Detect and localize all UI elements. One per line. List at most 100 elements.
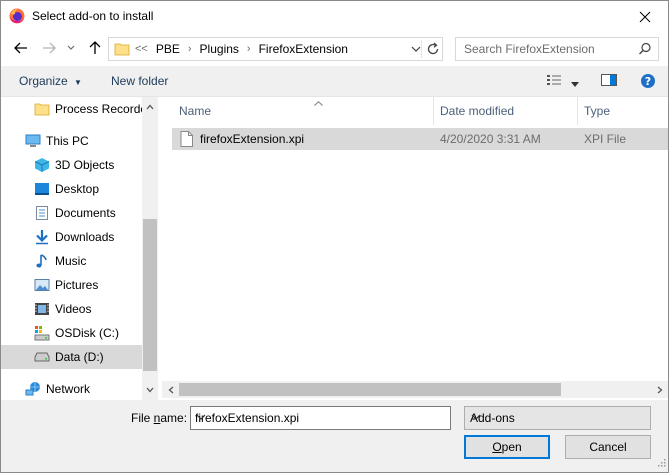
nav-item-desktop[interactable]: Desktop	[1, 177, 142, 201]
folder-icon	[34, 101, 50, 117]
column-header-date[interactable]: Date modified	[440, 97, 577, 125]
help-icon: ?	[641, 74, 655, 88]
chevron-right-icon	[657, 386, 662, 393]
preview-pane-icon	[601, 74, 617, 86]
nav-item-label: Desktop	[55, 182, 100, 196]
music-icon	[34, 253, 50, 269]
filename-history-button[interactable]	[195, 411, 447, 426]
change-view-button[interactable]	[546, 73, 562, 90]
close-icon	[639, 11, 651, 22]
download-icon	[34, 229, 50, 245]
nav-item-process-recorder[interactable]: Process Recorde	[1, 97, 142, 121]
nav-item-label: Pictures	[55, 278, 99, 292]
scrollbar-thumb[interactable]	[179, 383, 561, 396]
help-button[interactable]: ?	[640, 73, 656, 92]
nav-item-videos[interactable]: Videos	[1, 297, 142, 321]
nav-item-3d-objects[interactable]: 3D Objects	[1, 153, 142, 177]
refresh-button[interactable]	[425, 41, 441, 57]
arrow-up-icon	[89, 41, 101, 54]
network-icon	[25, 381, 41, 397]
column-header-name[interactable]: Name	[179, 97, 432, 125]
open-label-rest: pen	[501, 440, 522, 454]
scroll-up-button[interactable]	[142, 99, 158, 115]
open-label-accel: O	[492, 440, 502, 454]
column-divider[interactable]	[433, 97, 434, 125]
search-input[interactable]: Search FirefoxExtension	[455, 37, 659, 61]
arrow-left-icon	[14, 42, 27, 54]
view-options-button[interactable]	[571, 77, 579, 91]
video-icon	[34, 301, 50, 317]
nav-item-documents[interactable]: Documents	[1, 201, 142, 225]
breadcrumb-firefoxextension[interactable]: FirefoxExtension	[259, 42, 348, 56]
address-bar[interactable]: << PBE › Plugins › FirefoxExtension	[108, 37, 443, 61]
chevron-down-icon	[146, 387, 154, 393]
file-name: firefoxExtension.xpi	[200, 132, 305, 146]
document-icon	[34, 205, 50, 221]
scroll-right-button[interactable]	[651, 381, 668, 398]
recent-locations-button[interactable]	[63, 38, 79, 58]
organize-button[interactable]: Organize ▼	[19, 74, 82, 88]
column-divider[interactable]	[577, 97, 578, 125]
chevron-up-icon	[146, 104, 154, 110]
back-button[interactable]	[11, 38, 31, 58]
nav-item-label: Data (D:)	[55, 350, 104, 364]
search-icon	[638, 42, 652, 59]
nav-item-pictures[interactable]: Pictures	[1, 273, 142, 297]
breadcrumb-pbe[interactable]: PBE	[156, 42, 180, 56]
preview-pane-button[interactable]	[601, 73, 617, 90]
navigation-pane: Process Recorde This PC 3D Objects Deskt…	[1, 97, 158, 400]
computer-icon	[25, 133, 41, 149]
filename-input[interactable]: firefoxExtension.xpi	[190, 406, 451, 430]
new-folder-button[interactable]: New folder	[111, 74, 168, 88]
system-drive-icon	[34, 325, 50, 341]
close-button[interactable]	[622, 1, 668, 32]
nav-item-this-pc[interactable]: This PC	[1, 129, 142, 153]
breadcrumb-overflow[interactable]: <<	[135, 43, 148, 55]
resize-grip-icon[interactable]	[656, 456, 666, 470]
breadcrumb-plugins[interactable]: Plugins	[200, 42, 239, 56]
title-bar: Select add-on to install	[1, 1, 668, 32]
nav-item-label: Music	[55, 254, 87, 268]
nav-item-label: Documents	[55, 206, 116, 220]
nav-item-data-drive[interactable]: Data (D:)	[1, 345, 142, 369]
file-dialog: Select add-on to install << PBE › Plugin…	[0, 0, 669, 473]
scroll-left-button[interactable]	[162, 381, 179, 398]
nav-item-music[interactable]: Music	[1, 249, 142, 273]
filetype-select[interactable]: Add-ons	[464, 406, 651, 430]
nav-item-label: This PC	[46, 134, 89, 148]
file-icon	[180, 131, 193, 150]
nav-item-label: OSDisk (C:)	[55, 326, 119, 340]
search-placeholder: Search FirefoxExtension	[464, 42, 595, 56]
file-list-scrollbar[interactable]	[162, 381, 668, 398]
window-title: Select add-on to install	[32, 9, 154, 23]
file-date: 4/20/2020 3:31 AM	[440, 132, 541, 146]
breadcrumb-separator-icon[interactable]: ›	[188, 43, 192, 55]
refresh-icon	[427, 42, 439, 55]
column-header-label: Name	[179, 104, 212, 118]
filename-label-part: ame:	[160, 411, 188, 425]
forward-button[interactable]	[39, 38, 59, 58]
chevron-down-icon	[196, 414, 206, 420]
nav-item-osdisk[interactable]: OSDisk (C:)	[1, 321, 142, 345]
column-header-type[interactable]: Type	[584, 97, 668, 125]
scrollbar-thumb[interactable]	[143, 219, 157, 371]
firefox-icon	[9, 8, 25, 24]
cancel-button[interactable]: Cancel	[565, 435, 651, 459]
address-divider	[421, 40, 422, 58]
chevron-down-icon	[67, 45, 75, 50]
scroll-down-button[interactable]	[142, 382, 158, 398]
details-view-icon	[547, 75, 561, 85]
picture-icon	[34, 277, 50, 293]
nav-item-network[interactable]: Network	[1, 377, 142, 400]
dialog-footer: File name: firefoxExtension.xpi Add-ons …	[1, 400, 668, 472]
nav-item-downloads[interactable]: Downloads	[1, 225, 142, 249]
up-button[interactable]	[85, 38, 105, 58]
open-button[interactable]: Open	[464, 435, 550, 459]
breadcrumb: << PBE › Plugins › FirefoxExtension	[135, 42, 348, 56]
nav-item-label: Downloads	[55, 230, 115, 244]
breadcrumb-separator-icon[interactable]: ›	[247, 43, 251, 55]
nav-pane-scrollbar[interactable]	[142, 97, 158, 400]
nav-item-label: 3D Objects	[55, 158, 115, 172]
svg-text:?: ?	[645, 75, 651, 88]
table-row[interactable]: firefoxExtension.xpi 4/20/2020 3:31 AM X…	[172, 128, 668, 150]
